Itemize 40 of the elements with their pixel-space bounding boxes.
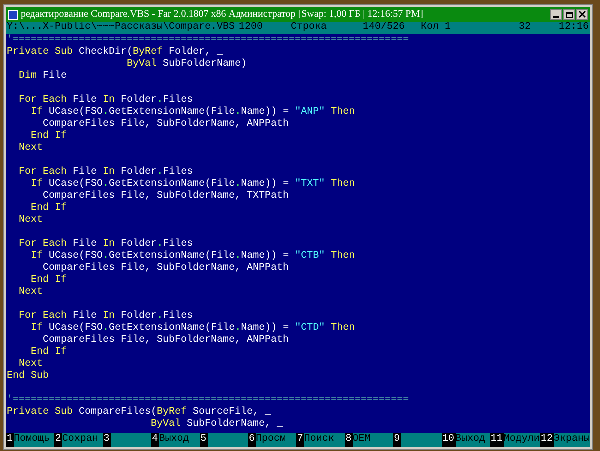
code-line: '================================================================== [7,35,410,46]
clock: 12:16 [558,22,589,34]
code-line: '================================================================== [7,395,410,406]
code-line: End If [30,347,68,359]
maximize-button[interactable] [563,9,575,20]
code-line: CompareFiles File, SubFolderName, ANPPath [42,119,290,130]
code-line: Private Sub CheckDir(ByRef Folder, _ [7,47,224,58]
code-line: Dim File [18,71,68,83]
line-label: Строка [291,22,328,34]
file-path: Y:\...X-Public\~~~Рассказы\Compare.VBS [7,22,236,34]
code-line: End If [30,275,68,287]
code-line: Next [18,143,44,155]
code-line: If UCase(FSO.GetExtensionName(File.Name)) = "TXT" Then [30,179,356,190]
console-icon [8,10,18,20]
code-line: If UCase(FSO.GetExtensionName(File.Name)) = "ANP" Then [30,107,356,118]
code-line: ByVal SubFolderName) [126,59,248,71]
line-position: 140/526 [363,22,406,34]
close-button[interactable] [576,9,588,20]
code-line: CompareFiles File, SubFolderName, ANPPath [42,335,290,346]
code-line: End If [30,203,68,215]
code-line: End If [30,131,68,143]
char-code: 32 [519,22,532,34]
code-line: Next [18,359,44,370]
code-line: Next [18,287,44,299]
code-line: For Each File In Folder.Files [18,95,194,106]
code-line: If UCase(FSO.GetExtensionName(File.Name)) = "CTB" Then [30,251,356,262]
code-page: 1200 [239,22,264,34]
code-line: ByVal SubFolderName, _ [150,419,284,431]
code-line: Next [18,215,44,227]
code-line: CompareFiles File, SubFolderName, ANPPath [42,263,290,274]
code-line: CompareFiles File, SubFolderName, TXTPath [42,191,290,202]
code-line: For Each File In Folder.Files [18,311,194,322]
code-line: Private Sub CompareFiles(ByRef SourceFile, _ [7,407,272,418]
code-line: For Each File In Folder.Files [18,239,194,250]
code-line: If UCase(FSO.GetExtensionName(File.Name)) = "CTD" Then [30,323,356,334]
minimize-button[interactable] [550,9,562,20]
column-position: Кол 1 [421,22,452,34]
code-line: End Sub [7,371,50,383]
window-title: редактирование Compare.VBS - Far 2.0.1807 x86 Администратор [Swap: 1,00 ГБ | 12:16:57 PM] [21,8,424,20]
code-line: For Each File In Folder.Files [18,167,194,178]
